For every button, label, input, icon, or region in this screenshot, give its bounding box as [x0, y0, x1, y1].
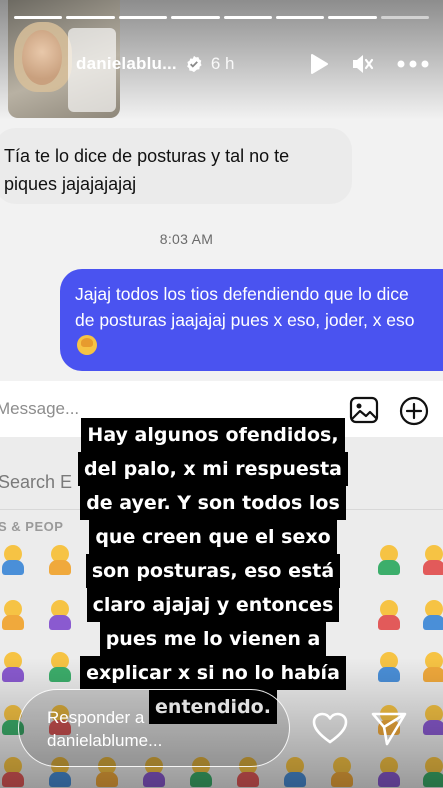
send-icon[interactable] — [370, 710, 408, 746]
more-icon[interactable] — [397, 60, 429, 68]
incoming-message-bubble: Tía te lo dice de posturas y tal no te p… — [0, 128, 352, 204]
emoji-key[interactable] — [0, 545, 26, 575]
play-icon[interactable] — [309, 53, 329, 75]
emoji-key[interactable] — [376, 600, 402, 630]
story-progress-bar — [14, 16, 429, 19]
overlay-line: de ayer. Y son todos los — [80, 486, 346, 520]
emoji-key[interactable] — [421, 545, 443, 575]
story-header: danielablu... 6 h — [76, 50, 429, 78]
emoji-key[interactable] — [0, 600, 26, 630]
outgoing-message-text: Jajaj todos los tios defendiendo que lo … — [75, 284, 415, 330]
reply-placeholder-line2: danielablume... — [47, 731, 163, 750]
add-icon[interactable] — [399, 396, 429, 426]
facepalm-emoji-icon — [77, 335, 97, 355]
composer-placeholder[interactable]: Message... — [0, 399, 79, 419]
emoji-key[interactable] — [376, 545, 402, 575]
story-viewer: danielablu... 6 h Tía te lo dice de post… — [0, 0, 443, 788]
overlay-line: pues me lo vienen a — [99, 622, 327, 656]
reply-input[interactable]: Responder a danielablume... — [18, 689, 290, 767]
overlay-line: que creen que el sexo — [89, 520, 337, 554]
emoji-category-label: S & PEOP — [0, 519, 64, 534]
outgoing-message-bubble: Jajaj todos los tios defendiendo que lo … — [60, 269, 443, 371]
reply-placeholder-line1: Responder a — [47, 708, 145, 727]
overlay-line: Hay algunos ofendidos, — [81, 418, 345, 452]
overlay-line: son posturas, eso está — [85, 554, 341, 588]
verified-badge-icon — [187, 55, 202, 73]
story-text-overlay: Hay algunos ofendidos, del palo, x mi res… — [62, 418, 364, 724]
message-timestamp: 8:03 AM — [159, 231, 214, 247]
overlay-line: del palo, x mi respuesta — [77, 452, 349, 486]
mute-icon[interactable] — [351, 53, 375, 75]
emoji-key[interactable] — [421, 600, 443, 630]
overlay-line: explicar x si no lo había — [80, 656, 346, 690]
story-username[interactable]: danielablu... — [76, 54, 177, 74]
story-time-ago: 6 h — [210, 54, 235, 73]
overlay-line: claro ajajaj y entonces — [86, 588, 340, 622]
heart-icon[interactable] — [312, 712, 348, 744]
